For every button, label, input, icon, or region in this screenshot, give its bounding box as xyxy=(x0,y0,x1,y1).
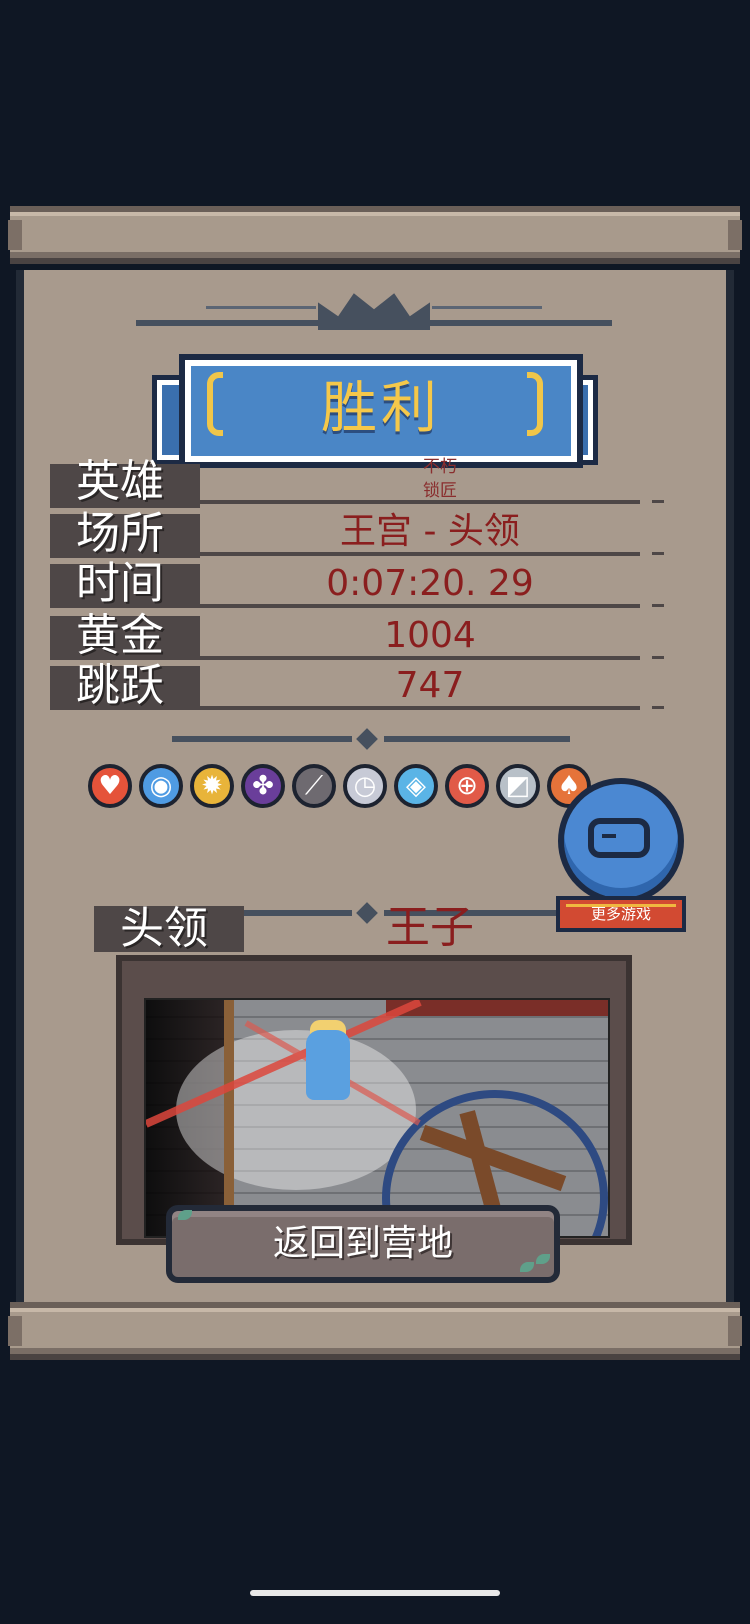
more-games-label: 更多游戏 xyxy=(556,896,686,932)
glass-panel-icon[interactable]: ◩ xyxy=(496,764,540,808)
prince-sprite xyxy=(306,1030,350,1100)
stat-label-gold: 黄金 xyxy=(76,610,164,661)
mirror-icon[interactable]: ◈ xyxy=(394,764,438,808)
return-to-camp-button[interactable]: 返回到营地 xyxy=(166,1205,560,1283)
stat-label-time: 时间 xyxy=(76,558,164,609)
stat-label-location: 场所 xyxy=(76,508,164,559)
berries-icon[interactable]: ✤ xyxy=(241,764,285,808)
home-indicator[interactable] xyxy=(250,1590,500,1596)
stat-value-hero-line2: 锁匠 xyxy=(423,481,457,501)
scroll-top-rod xyxy=(8,206,742,264)
victory-banner: 胜利 xyxy=(157,350,593,470)
stat-label-hero: 英雄 xyxy=(76,456,164,507)
stat-value-hero-line1: 不朽 xyxy=(423,457,457,477)
boss-label: 头领 xyxy=(120,903,208,954)
heart-emblem-icon[interactable]: ♥ xyxy=(88,764,132,808)
cross-blades-icon[interactable]: ✹ xyxy=(190,764,234,808)
boss-value: 王子 xyxy=(386,902,474,953)
stat-label-jumps: 跳跃 xyxy=(76,660,164,711)
stat-value-location: 王宫 - 头领 xyxy=(340,511,520,552)
gamepad-icon xyxy=(588,818,650,858)
stat-value-time: 0:07:20. 29 xyxy=(326,563,534,604)
stat-value-gold: 1004 xyxy=(384,615,476,656)
victory-title: 胜利 xyxy=(321,376,441,441)
blue-ghost-icon[interactable]: ◉ xyxy=(139,764,183,808)
clock-icon[interactable]: ◷ xyxy=(343,764,387,808)
more-games-button[interactable]: 更多游戏 xyxy=(556,778,686,942)
boss-screenshot xyxy=(144,998,610,1238)
target-icon[interactable]: ⊕ xyxy=(445,764,489,808)
scroll-bottom-rod xyxy=(8,1302,742,1360)
pickaxe-icon[interactable]: ⟋ xyxy=(292,764,336,808)
stat-value-jumps: 747 xyxy=(395,665,465,706)
